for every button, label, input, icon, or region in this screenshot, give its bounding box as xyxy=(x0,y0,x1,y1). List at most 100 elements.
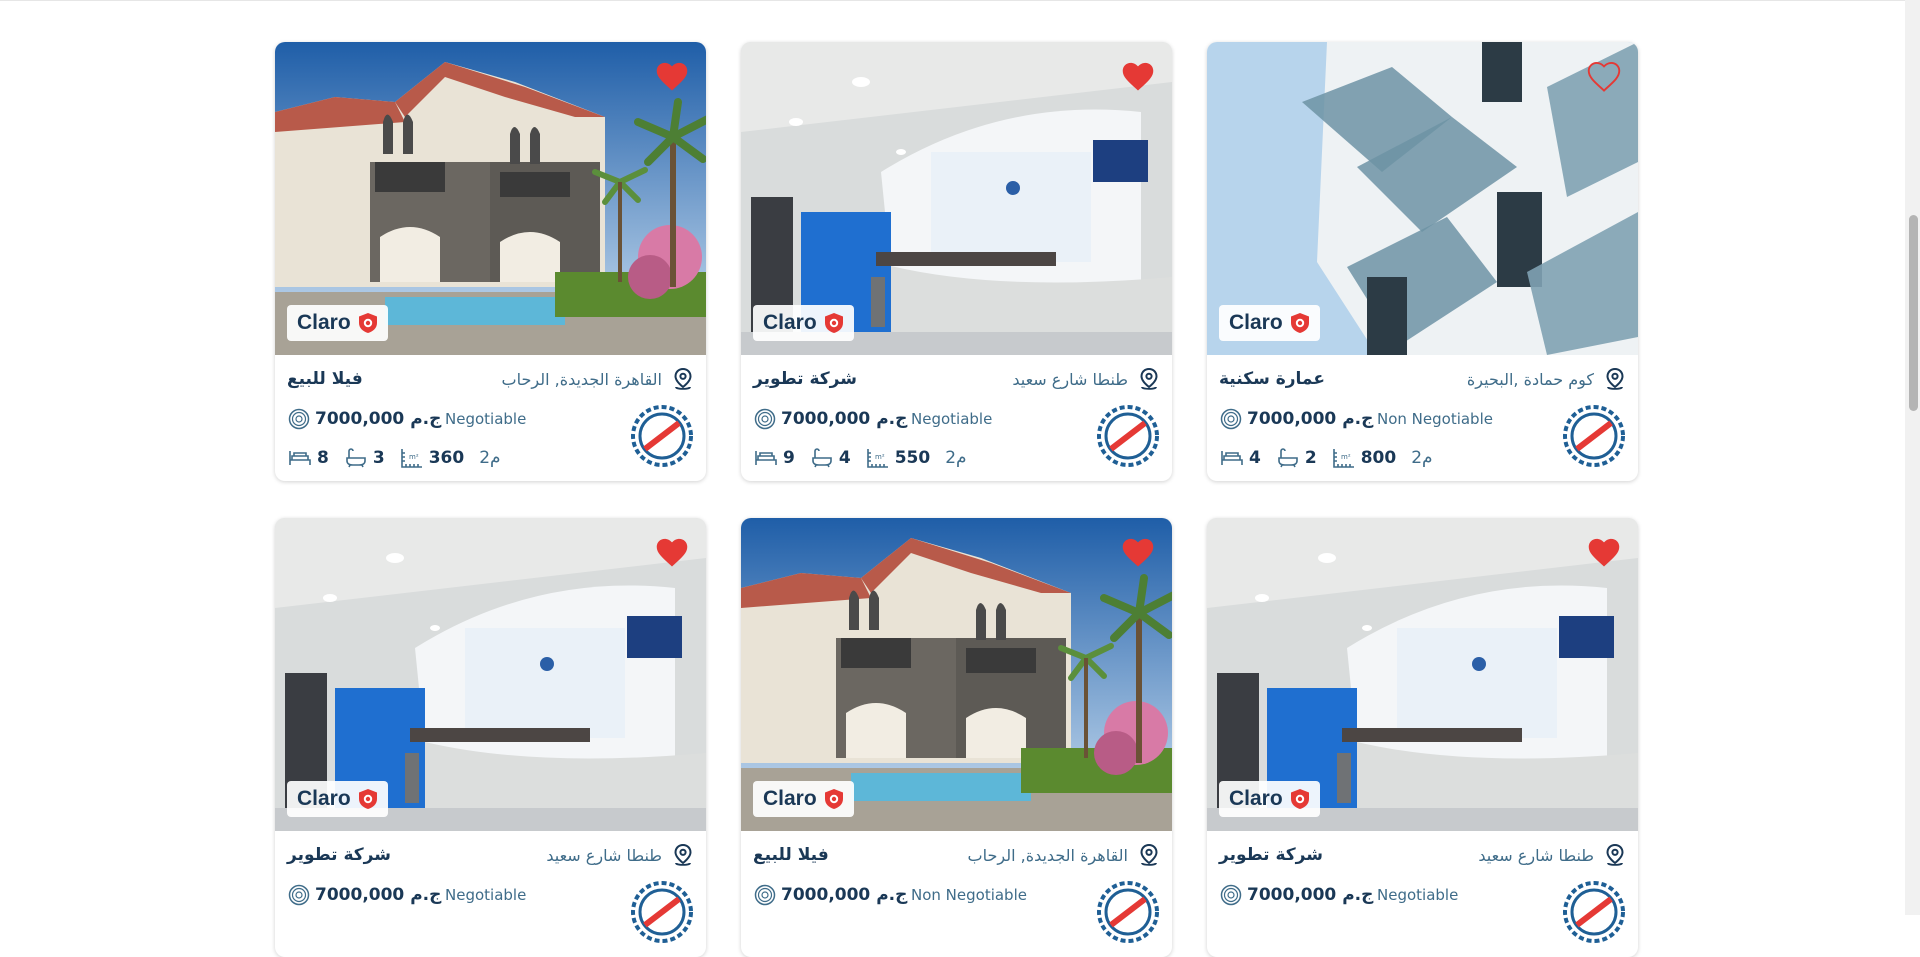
listing-image[interactable]: Claro xyxy=(741,42,1172,355)
review-seal xyxy=(1563,405,1625,467)
negotiable-status: Non Negotiable xyxy=(911,886,1027,904)
brand-badge: Claro xyxy=(753,305,854,341)
listing-card[interactable]: Claro طنطا شارع سعيد شركة تطوير 7000,000… xyxy=(741,42,1172,481)
favorite-button[interactable] xyxy=(1586,60,1622,92)
listing-price: 7000,000 ج.م xyxy=(1247,409,1374,429)
brand-badge: Claro xyxy=(1219,781,1320,817)
features-row: 9 4 m² 550 2م xyxy=(754,445,967,471)
shield-icon xyxy=(358,789,377,809)
features-row: 4 2 m² 800 2م xyxy=(1220,445,1433,471)
area-unit: 2م xyxy=(479,448,501,468)
brand-name: Claro xyxy=(297,787,351,810)
listing-image[interactable]: Claro xyxy=(741,518,1172,831)
brand-name: Claro xyxy=(1229,311,1283,334)
negotiable-status: Negotiable xyxy=(445,410,527,428)
listings-grid: Claro القاهرة الجديدة, الرحاب فيلا للبيع… xyxy=(275,42,1639,957)
area-value: 550 xyxy=(894,448,931,468)
listing-price: 7000,000 ج.م xyxy=(781,885,908,905)
beds-count: 9 xyxy=(783,448,795,468)
listing-image[interactable]: Claro xyxy=(1207,518,1638,831)
review-seal-icon xyxy=(1563,881,1625,943)
brand-badge: Claro xyxy=(1219,305,1320,341)
listing-card[interactable]: Claro القاهرة الجديدة, الرحاب فيلا للبيع… xyxy=(741,518,1172,957)
bed-icon xyxy=(289,451,311,465)
favorite-button[interactable] xyxy=(1120,60,1156,92)
negotiable-status: Negotiable xyxy=(445,886,527,904)
favorite-button[interactable] xyxy=(1120,536,1156,568)
heart-icon xyxy=(1587,61,1621,92)
location-pin-icon xyxy=(1140,367,1158,390)
bed-icon xyxy=(1221,451,1243,465)
listing-type[interactable]: شركة تطوير xyxy=(287,845,391,865)
price-tag-icon xyxy=(1220,884,1242,906)
review-seal-icon xyxy=(631,881,693,943)
baths-count: 2 xyxy=(1304,448,1317,468)
location-text: طنطا شارع سعيد xyxy=(546,845,662,865)
price-tag-icon xyxy=(754,884,776,906)
favorite-button[interactable] xyxy=(654,60,690,92)
scrollbar-thumb[interactable] xyxy=(1909,215,1918,411)
brand-name: Claro xyxy=(763,787,817,810)
price-tag-icon xyxy=(1220,408,1242,430)
listing-type[interactable]: فيلا للبيع xyxy=(753,845,829,865)
location-text: القاهرة الجديدة, الرحاب xyxy=(967,845,1128,865)
price-row: 7000,000 ج.م xyxy=(754,883,907,907)
brand-badge: Claro xyxy=(753,781,854,817)
brand-name: Claro xyxy=(297,311,351,334)
beds-count: 8 xyxy=(317,448,329,468)
favorite-button[interactable] xyxy=(654,536,690,568)
location-text: كوم حمادة ,البحيرة xyxy=(1466,369,1594,389)
listing-card[interactable]: Claro كوم حمادة ,البحيرة عمارة سكنية 700… xyxy=(1207,42,1638,481)
listing-image[interactable]: Claro xyxy=(275,518,706,831)
negotiable-status: Non Negotiable xyxy=(1377,410,1493,428)
page-scrollbar[interactable] xyxy=(1905,0,1920,915)
heart-icon xyxy=(1122,538,1154,567)
location-pin-icon xyxy=(1606,843,1624,866)
review-seal xyxy=(631,881,693,943)
shield-icon xyxy=(358,313,377,333)
review-seal xyxy=(1097,405,1159,467)
area-value: 360 xyxy=(428,448,465,468)
listing-image[interactable]: Claro xyxy=(1207,42,1638,355)
listing-location: طنطا شارع سعيد xyxy=(1478,843,1626,867)
favorite-button[interactable] xyxy=(1586,536,1622,568)
price-tag-icon xyxy=(754,408,776,430)
price-row: 7000,000 ج.م xyxy=(1220,407,1373,431)
listing-card[interactable]: Claro طنطا شارع سعيد شركة تطوير 7000,000… xyxy=(1207,518,1638,957)
listing-type[interactable]: عمارة سكنية xyxy=(1219,369,1325,389)
listing-card[interactable]: Claro طنطا شارع سعيد شركة تطوير 7000,000… xyxy=(275,518,706,957)
listing-type[interactable]: شركة تطوير xyxy=(1219,845,1323,865)
header-divider xyxy=(0,0,1905,1)
listing-card[interactable]: Claro القاهرة الجديدة, الرحاب فيلا للبيع… xyxy=(275,42,706,481)
bathtub-icon xyxy=(346,448,366,468)
price-row: 7000,000 ج.م xyxy=(288,883,441,907)
brand-badge: Claro xyxy=(287,781,388,817)
shield-icon xyxy=(1290,313,1309,333)
bathtub-icon xyxy=(1278,448,1298,468)
svg-text:m²: m² xyxy=(409,453,419,461)
review-seal xyxy=(631,405,693,467)
listing-type[interactable]: فيلا للبيع xyxy=(287,369,363,389)
listing-price: 7000,000 ج.م xyxy=(315,885,442,905)
review-seal-icon xyxy=(1097,881,1159,943)
area-icon: m² xyxy=(1332,449,1354,468)
bathtub-icon xyxy=(812,448,832,468)
listing-price: 7000,000 ج.م xyxy=(1247,885,1374,905)
svg-text:m²: m² xyxy=(1341,453,1351,461)
listing-type[interactable]: شركة تطوير xyxy=(753,369,857,389)
listing-location: القاهرة الجديدة, الرحاب xyxy=(502,367,694,391)
negotiable-status: Negotiable xyxy=(1377,886,1459,904)
listing-price: 7000,000 ج.م xyxy=(315,409,442,429)
bed-icon xyxy=(755,451,777,465)
brand-name: Claro xyxy=(1229,787,1283,810)
brand-name: Claro xyxy=(763,311,817,334)
location-text: القاهرة الجديدة, الرحاب xyxy=(501,369,662,389)
review-seal xyxy=(1563,881,1625,943)
features-row: 8 3 m² 360 2م xyxy=(288,445,501,471)
price-row: 7000,000 ج.م xyxy=(1220,883,1373,907)
baths-count: 3 xyxy=(372,448,385,468)
listing-location: طنطا شارع سعيد xyxy=(1012,367,1160,391)
listing-location: القاهرة الجديدة, الرحاب xyxy=(968,843,1160,867)
location-pin-icon xyxy=(1606,367,1624,390)
listing-image[interactable]: Claro xyxy=(275,42,706,355)
